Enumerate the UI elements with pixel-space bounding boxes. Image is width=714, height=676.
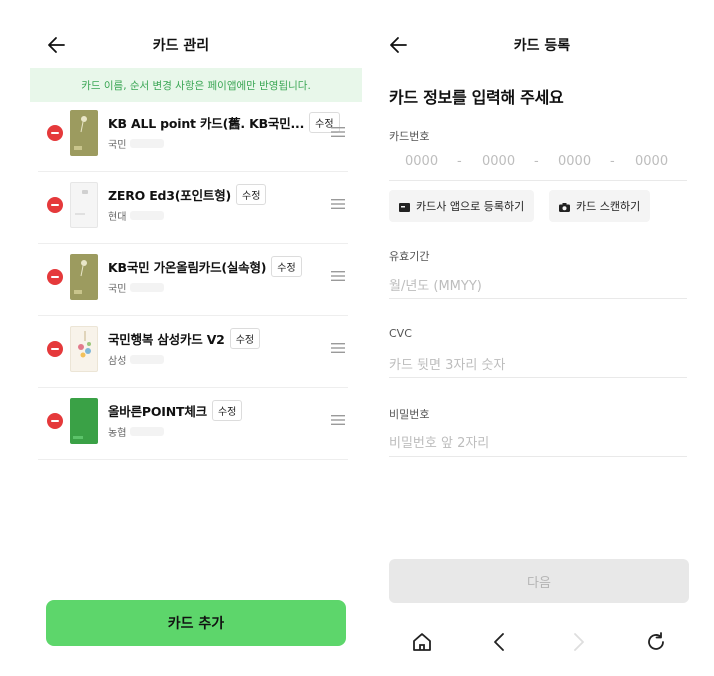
- masked-card-number: [130, 139, 165, 148]
- drag-handle-icon[interactable]: [331, 127, 345, 137]
- card-row[interactable]: 올바른POINT체크 수정농협: [38, 388, 348, 460]
- masked-card-number: [130, 355, 165, 364]
- card-name: KB ALL point 카드(舊. KB국민...: [108, 115, 305, 131]
- form-heading: 카드 정보를 입력해 주세요: [389, 88, 564, 107]
- card-thumbnail: [70, 254, 98, 300]
- password-input[interactable]: 비밀번호 앞 2자리: [389, 432, 489, 451]
- divider: [389, 298, 687, 299]
- register-via-card-app-button[interactable]: 카드사 앱으로 등록하기: [389, 190, 535, 222]
- drag-handle-icon[interactable]: [331, 271, 345, 281]
- card-management-screen: 카드 관리 카드 이름, 순서 변경 사항은 페이앱에만 반영됩니다. KB A…: [0, 0, 362, 676]
- card-name: 국민행복 삼성카드 V2: [108, 331, 225, 347]
- card-issuer-name: 농협: [108, 428, 127, 439]
- delete-card-icon[interactable]: [47, 197, 63, 213]
- masked-card-number: [130, 427, 165, 436]
- card-name-line: 국민행복 삼성카드 V2 수정: [108, 327, 261, 349]
- edit-button[interactable]: 수정: [211, 399, 243, 421]
- card-issuer: 삼성: [108, 352, 165, 367]
- card-name: KB국민 가온올림카드(실속형): [108, 259, 267, 275]
- separator: -: [534, 154, 539, 169]
- delete-card-icon[interactable]: [47, 413, 63, 429]
- card-name-line: KB ALL point 카드(舊. KB국민... 수정: [108, 111, 340, 133]
- card-name-line: ZERO Ed3(포인트형) 수정: [108, 183, 267, 205]
- card-name: ZERO Ed3(포인트형): [108, 187, 232, 203]
- card-issuer: 국민: [108, 136, 165, 151]
- card-register-screen: 카드 등록 카드 정보를 입력해 주세요 카드번호 0000 - 0000 - …: [370, 0, 714, 676]
- card-number-label: 카드번호: [389, 130, 430, 143]
- divider: [389, 180, 687, 181]
- card-issuer: 농협: [108, 424, 165, 439]
- header: 카드 등록: [370, 28, 714, 62]
- card-number-input[interactable]: 0000 - 0000 - 0000 - 0000: [389, 154, 687, 174]
- card-thumbnail: [70, 110, 98, 156]
- delete-card-icon[interactable]: [47, 341, 63, 357]
- camera-icon: [559, 202, 570, 212]
- card-issuer: 현대: [108, 208, 165, 223]
- card-number-segment-1[interactable]: 0000: [405, 154, 438, 169]
- cvc-input[interactable]: 카드 뒷면 3자리 숫자: [389, 354, 505, 373]
- refresh-icon[interactable]: [644, 630, 668, 654]
- masked-card-number: [130, 283, 165, 292]
- password-label: 비밀번호: [389, 408, 430, 421]
- divider: [389, 377, 687, 378]
- header: 카드 관리: [0, 28, 362, 62]
- card-name-line: 올바른POINT체크 수정: [108, 399, 243, 421]
- edit-button[interactable]: 수정: [236, 183, 267, 205]
- card-number-segment-3[interactable]: 0000: [558, 154, 591, 169]
- divider: [389, 456, 687, 457]
- next-button[interactable]: 다음: [389, 559, 689, 603]
- card-issuer-name: 국민: [108, 140, 127, 151]
- register-via-card-app-label: 카드사 앱으로 등록하기: [416, 200, 525, 213]
- card-icon: [399, 202, 410, 212]
- drag-handle-icon[interactable]: [331, 199, 345, 209]
- card-row[interactable]: ZERO Ed3(포인트형) 수정현대: [38, 172, 348, 244]
- add-card-button[interactable]: 카드 추가: [46, 600, 346, 646]
- expiry-input[interactable]: 월/년도 (MMYY): [389, 275, 482, 294]
- page-title: 카드 관리: [152, 38, 210, 54]
- separator: -: [457, 154, 462, 169]
- edit-button[interactable]: 수정: [271, 255, 302, 277]
- card-name: 올바른POINT체크: [108, 403, 207, 419]
- card-issuer: 국민: [108, 280, 165, 295]
- card-row[interactable]: KB ALL point 카드(舊. KB국민... 수정국민: [38, 100, 348, 172]
- card-issuer-name: 국민: [108, 284, 127, 295]
- back-icon[interactable]: [488, 630, 512, 654]
- card-name-line: KB국민 가온올림카드(실속형) 수정: [108, 255, 302, 277]
- edit-button[interactable]: 수정: [229, 327, 261, 349]
- card-thumbnail: [70, 398, 98, 444]
- delete-card-icon[interactable]: [47, 269, 63, 285]
- separator: -: [610, 154, 615, 169]
- divider: [38, 459, 348, 460]
- delete-card-icon[interactable]: [47, 125, 63, 141]
- masked-card-number: [130, 211, 165, 220]
- notice-banner: 카드 이름, 순서 변경 사항은 페이앱에만 반영됩니다.: [30, 68, 362, 102]
- expiry-label: 유효기간: [389, 250, 430, 263]
- scan-card-button[interactable]: 카드 스캔하기: [549, 190, 651, 222]
- card-row[interactable]: 국민행복 삼성카드 V2 수정삼성: [38, 316, 348, 388]
- cvc-label: CVC: [389, 327, 412, 340]
- drag-handle-icon[interactable]: [331, 343, 345, 353]
- card-number-segment-4[interactable]: 0000: [635, 154, 668, 169]
- card-issuer-name: 삼성: [108, 356, 127, 367]
- card-row[interactable]: KB국민 가온올림카드(실속형) 수정국민: [38, 244, 348, 316]
- forward-icon: [574, 633, 584, 651]
- card-issuer-name: 현대: [108, 212, 127, 223]
- scan-card-label: 카드 스캔하기: [576, 200, 641, 213]
- drag-handle-icon[interactable]: [331, 415, 345, 425]
- card-number-segment-2[interactable]: 0000: [482, 154, 515, 169]
- card-thumbnail: [70, 326, 98, 372]
- page-title: 카드 등록: [513, 38, 571, 54]
- home-icon[interactable]: [410, 630, 434, 654]
- card-thumbnail: [70, 182, 98, 228]
